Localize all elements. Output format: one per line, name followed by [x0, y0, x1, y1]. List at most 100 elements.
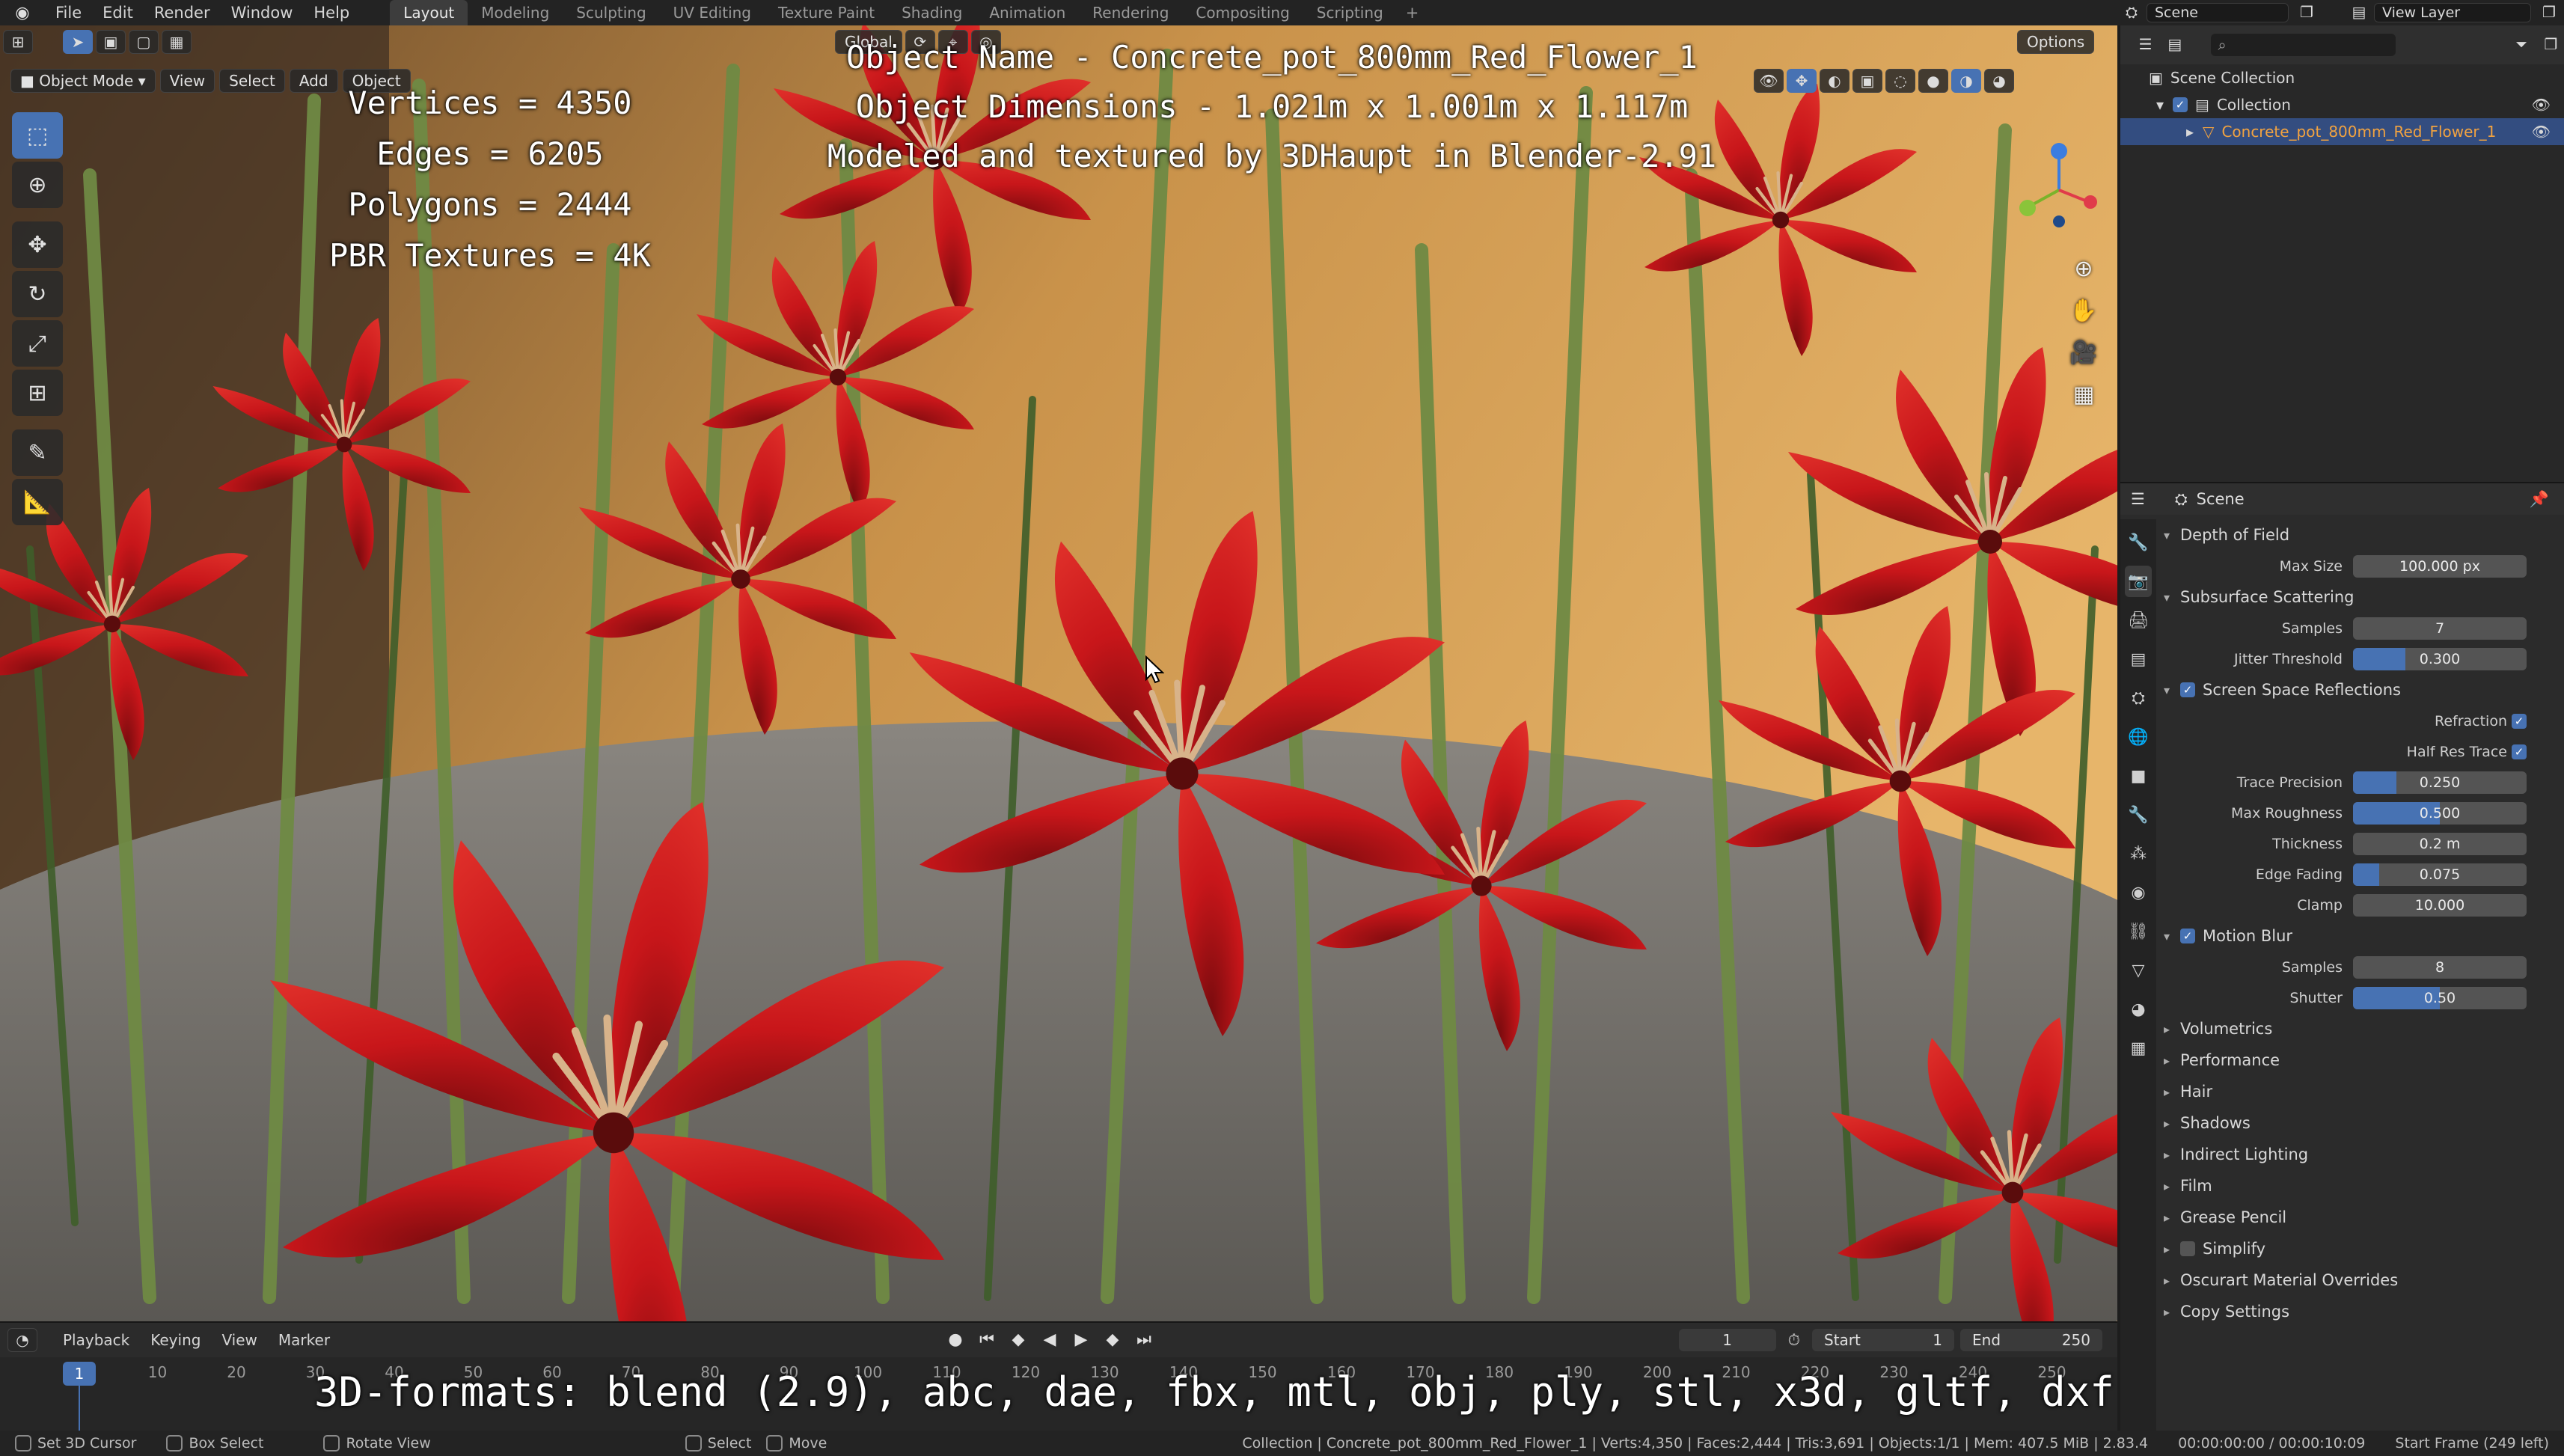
navigation-gizmo[interactable] [2014, 138, 2104, 235]
panel-collapsed[interactable]: ▸ Shadows [2159, 1107, 2564, 1139]
rotate-tool-icon[interactable]: ↻ [12, 271, 63, 317]
tab-sculpting[interactable]: Sculpting [563, 0, 659, 25]
world-tab-icon[interactable]: 🌐 [2125, 721, 2152, 753]
simplify-checkbox[interactable] [2180, 1241, 2195, 1256]
panel-collapsed[interactable]: ▸ Oscurart Material Overrides [2159, 1264, 2564, 1296]
end-frame-field[interactable]: End 250 [1960, 1329, 2102, 1351]
object-mode-dropdown[interactable]: ■ Object Mode ▾ [10, 69, 156, 93]
outliner-row-collection[interactable]: ▾ ✓ ▤ Collection 👁 [2120, 91, 2564, 118]
panel-collapsed[interactable]: ▸ Film [2159, 1170, 2564, 1202]
tool-tab-icon[interactable]: 🔧 [2125, 527, 2152, 558]
menu-file[interactable]: File [45, 0, 92, 25]
panel-collapsed[interactable]: ▸ Hair [2159, 1076, 2564, 1107]
ssr-enable-checkbox[interactable]: ✓ [2180, 682, 2195, 697]
collection-exclude-checkbox[interactable]: ✓ [2173, 97, 2188, 112]
panel-collapsed[interactable]: ▸ Volumetrics [2159, 1013, 2564, 1044]
scene-field[interactable]: Scene [2147, 3, 2289, 22]
play-icon[interactable]: ▶ [1068, 1329, 1094, 1351]
editor-type-icon[interactable]: ⊞ [3, 30, 33, 54]
modifier-tab-icon[interactable]: 🔧 [2125, 799, 2152, 831]
new-collection-icon[interactable]: ❐ [2538, 33, 2564, 57]
scale-tool-icon[interactable]: ⤢ [12, 320, 63, 367]
playback-menu[interactable]: Playback [52, 1331, 140, 1349]
outliner-search-input[interactable]: ⌕ [2210, 34, 2396, 56]
view-layer-tab-icon[interactable]: ▤ [2125, 643, 2152, 675]
wireframe-shading-icon[interactable]: ◌ [1885, 69, 1915, 93]
rendered-shading-icon[interactable]: ◕ [1984, 69, 2014, 93]
edge-fading-slider[interactable]: 0.075 [2353, 863, 2527, 886]
new-scene-icon[interactable]: ❐ [2292, 1, 2322, 25]
options-dropdown[interactable]: Options [2017, 30, 2095, 54]
keying-menu[interactable]: Keying [140, 1331, 211, 1349]
marker-menu[interactable]: Marker [268, 1331, 340, 1349]
panel-motion-blur[interactable]: ▾ ✓ Motion Blur [2159, 920, 2564, 952]
play-reverse-icon[interactable]: ◀ [1037, 1329, 1062, 1351]
max-size-field[interactable]: 100.000 px [2353, 554, 2527, 578]
3d-viewport[interactable]: ⊞ ➤ ▣ ▢ ▦ Global ⟳ ⌖ ◎ Options ■ Object … [0, 25, 2117, 1321]
refraction-checkbox[interactable]: ✓ [2512, 713, 2527, 729]
timeline-editor-type-icon[interactable]: ◔ [7, 1328, 37, 1352]
select-mode-subtract-icon[interactable]: ▦ [162, 30, 192, 54]
view-layer-field[interactable]: View Layer [2374, 3, 2531, 22]
scene-icon[interactable]: ⛭ [2117, 1, 2147, 25]
panel-depth-of-field[interactable]: ▾ Depth of Field [2159, 519, 2564, 551]
tab-texture-paint[interactable]: Texture Paint [765, 0, 888, 25]
object-tab-icon[interactable]: ■ [2125, 760, 2152, 792]
select-menu[interactable]: Select [219, 69, 285, 93]
expand-arrow-icon[interactable]: ▾ [2156, 96, 2164, 114]
camera-view-icon[interactable]: 🎥 [2066, 334, 2101, 371]
half-res-trace-checkbox[interactable]: ✓ [2512, 744, 2527, 759]
shutter-slider[interactable]: 0.50 [2353, 986, 2527, 1009]
particles-tab-icon[interactable]: ⁂ [2125, 838, 2152, 869]
cursor-tool-icon[interactable]: ⊕ [12, 162, 63, 208]
tab-scripting[interactable]: Scripting [1303, 0, 1397, 25]
current-frame-field[interactable]: 1 [1678, 1329, 1776, 1351]
measure-tool-icon[interactable]: 📐 [12, 479, 63, 525]
jump-start-icon[interactable]: ⏮ [974, 1329, 1000, 1351]
jump-end-icon[interactable]: ⏭ [1131, 1329, 1157, 1351]
overlays-toggle-icon[interactable]: ◐ [1820, 69, 1849, 93]
tab-compositing[interactable]: Compositing [1182, 0, 1303, 25]
outliner-row-scene-collection[interactable]: ▣ Scene Collection [2120, 64, 2564, 91]
annotate-tool-icon[interactable]: ✎ [12, 429, 63, 476]
pin-icon[interactable]: 📌 [2530, 490, 2549, 509]
menu-edit[interactable]: Edit [92, 0, 144, 25]
timeline-view-menu[interactable]: View [211, 1331, 267, 1349]
view-layer-icon[interactable]: ▤ [2344, 1, 2374, 25]
zoom-icon[interactable]: ⊕ [2066, 250, 2101, 287]
outliner[interactable]: ☰ ▤ ⌕ ⏷ ❐ ▣ Scene Collection ▾ ✓ ▤ Colle… [2120, 25, 2564, 482]
panel-subsurface-scattering[interactable]: ▾ Subsurface Scattering [2159, 581, 2564, 613]
motion-blur-enable-checkbox[interactable]: ✓ [2180, 929, 2195, 943]
panel-collapsed[interactable]: ▸ Simplify [2159, 1233, 2564, 1264]
menu-help[interactable]: Help [303, 0, 360, 25]
tab-modeling[interactable]: Modeling [468, 0, 563, 25]
playhead-line[interactable] [79, 1386, 80, 1431]
pan-hand-icon[interactable]: ✋ [2066, 292, 2101, 329]
start-frame-field[interactable]: Start 1 [1812, 1329, 1954, 1351]
xray-toggle-icon[interactable]: ▣ [1852, 69, 1882, 93]
material-preview-shading-icon[interactable]: ◑ [1951, 69, 1981, 93]
add-workspace-button[interactable]: + [1397, 0, 1428, 25]
trace-precision-slider[interactable]: 0.250 [2353, 771, 2527, 794]
view-menu[interactable]: View [159, 69, 215, 93]
max-roughness-slider[interactable]: 0.500 [2353, 801, 2527, 825]
panel-collapsed[interactable]: ▸ Copy Settings [2159, 1296, 2564, 1327]
physics-tab-icon[interactable]: ◉ [2125, 877, 2152, 908]
menu-window[interactable]: Window [221, 0, 304, 25]
playhead-frame-indicator[interactable]: 1 [63, 1362, 96, 1386]
select-tool-icon[interactable]: ➤ [63, 30, 93, 54]
perspective-toggle-icon[interactable]: ▦ [2066, 376, 2101, 413]
visibility-eye-icon[interactable]: 👁 [2532, 96, 2551, 114]
panel-screen-space-reflections[interactable]: ▾ ✓ Screen Space Reflections [2159, 674, 2564, 706]
record-icon[interactable]: ● [943, 1329, 968, 1351]
expand-arrow-icon[interactable]: ▸ [2186, 123, 2194, 141]
clamp-field[interactable]: 10.000 [2353, 893, 2527, 917]
sss-samples-field[interactable]: 7 [2353, 617, 2527, 640]
display-mode-icon[interactable]: ▤ [2161, 33, 2188, 57]
solid-shading-icon[interactable]: ● [1918, 69, 1948, 93]
tab-shading[interactable]: Shading [888, 0, 976, 25]
tab-layout[interactable]: Layout [390, 0, 468, 25]
new-view-layer-icon[interactable]: ❐ [2534, 1, 2564, 25]
material-tab-icon[interactable]: ◕ [2125, 994, 2152, 1025]
visibility-eye-icon[interactable]: 👁 [2532, 123, 2551, 141]
